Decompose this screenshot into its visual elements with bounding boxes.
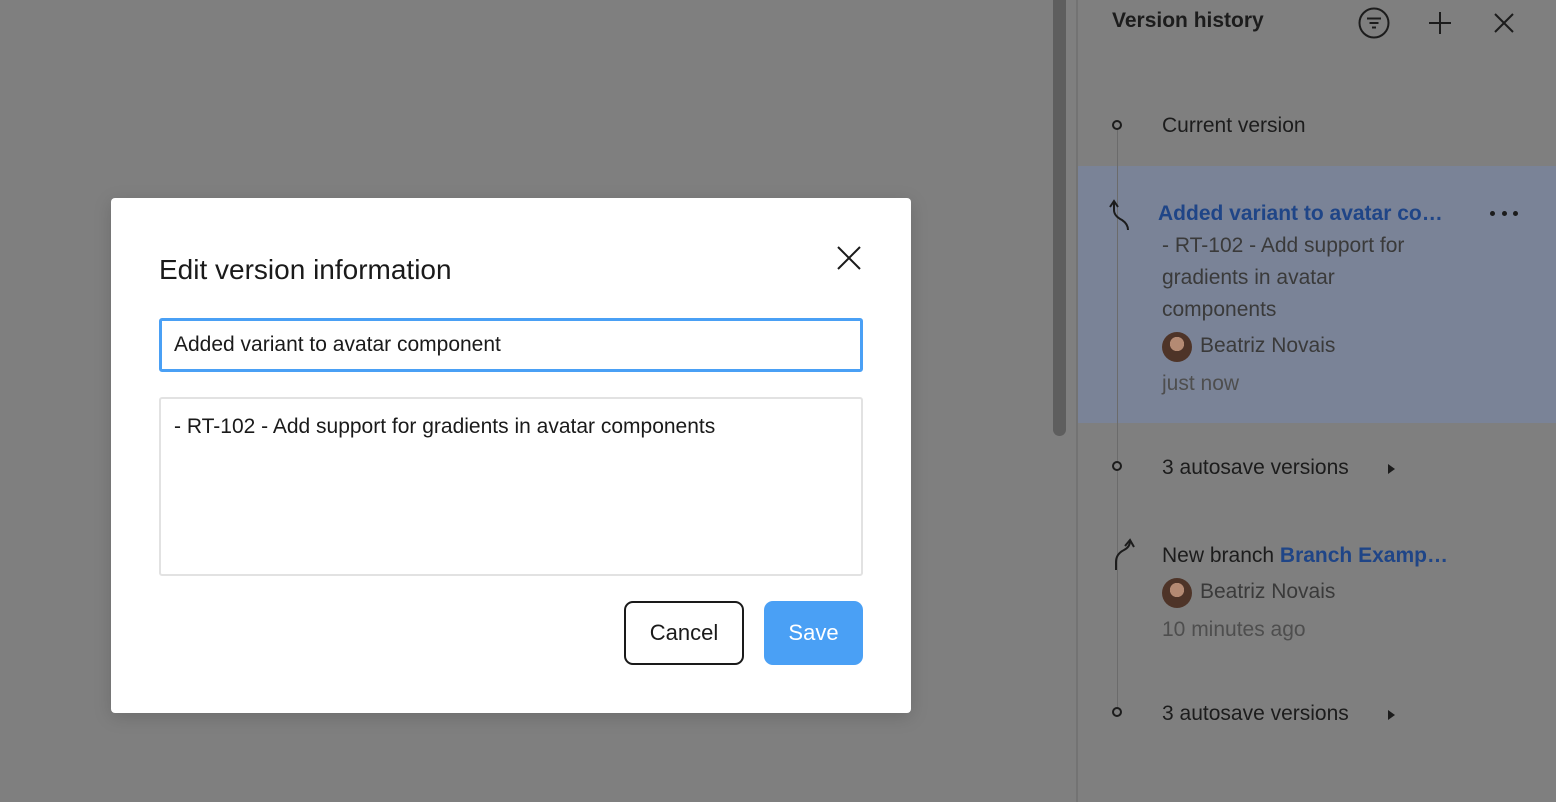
version-title-input[interactable] xyxy=(159,318,863,372)
version-history-panel: Version history Current version Added va… xyxy=(1076,0,1556,802)
current-version-label[interactable]: Current version xyxy=(1162,114,1306,138)
version-time: just now xyxy=(1162,372,1240,395)
caret-right-icon[interactable] xyxy=(1388,710,1395,720)
autosave-versions-toggle[interactable]: 3 autosave versions xyxy=(1162,456,1349,480)
branch-icon xyxy=(1115,538,1135,570)
version-description-line: components xyxy=(1162,298,1277,321)
timeline-node xyxy=(1112,461,1122,471)
branch-prefix: New branch xyxy=(1162,544,1275,567)
close-panel-icon[interactable] xyxy=(1488,7,1520,39)
plus-icon[interactable] xyxy=(1424,7,1456,39)
merge-icon xyxy=(1109,199,1129,231)
cancel-button[interactable]: Cancel xyxy=(624,601,744,665)
avatar xyxy=(1162,332,1192,362)
version-author: Beatriz Novais xyxy=(1200,580,1336,603)
version-title-link[interactable]: Added variant to avatar co… xyxy=(1158,202,1443,226)
timeline-node xyxy=(1112,120,1122,130)
avatar xyxy=(1162,578,1192,608)
version-time: 10 minutes ago xyxy=(1162,618,1306,641)
branch-name-link[interactable]: Branch Examp… xyxy=(1280,544,1448,567)
edit-version-dialog: Edit version information - RT-102 - Add … xyxy=(111,198,911,713)
close-icon[interactable] xyxy=(833,242,865,274)
canvas-scrollbar[interactable] xyxy=(1053,0,1066,436)
panel-title: Version history xyxy=(1112,9,1264,32)
filter-icon[interactable] xyxy=(1358,7,1390,39)
version-author: Beatriz Novais xyxy=(1200,334,1336,357)
more-horizontal-icon[interactable] xyxy=(1490,201,1518,225)
caret-right-icon[interactable] xyxy=(1388,464,1395,474)
version-description-input[interactable]: - RT-102 - Add support for gradients in … xyxy=(159,397,863,576)
dialog-title: Edit version information xyxy=(159,254,452,285)
branch-entry[interactable]: New branch Branch Examp… xyxy=(1162,544,1448,568)
version-description-line: gradients in avatar xyxy=(1162,266,1335,289)
version-description-line: - RT-102 - Add support for xyxy=(1162,234,1405,257)
timeline-node xyxy=(1112,707,1122,717)
autosave-versions-toggle[interactable]: 3 autosave versions xyxy=(1162,702,1349,726)
save-button[interactable]: Save xyxy=(764,601,863,665)
